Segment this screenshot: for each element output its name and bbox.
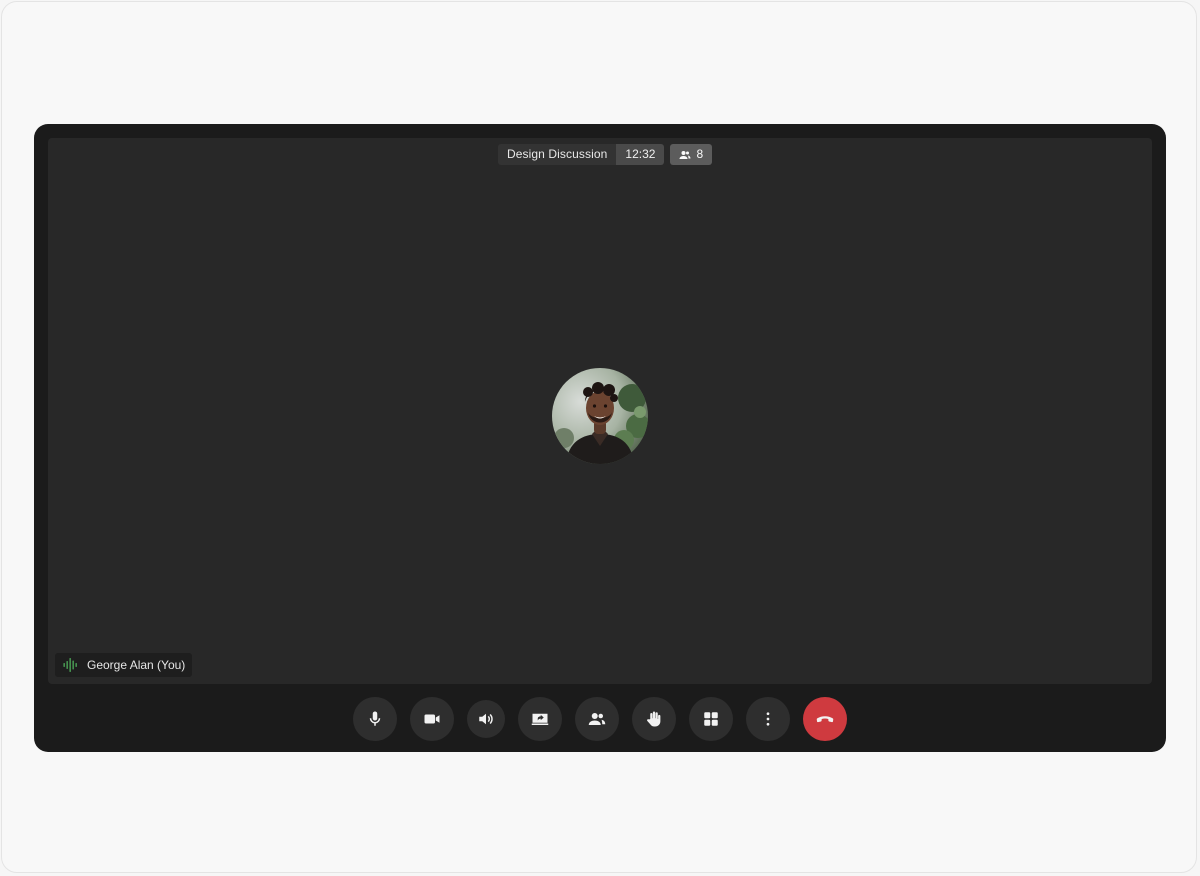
raise-hand-button[interactable] [632, 697, 676, 741]
call-controls [34, 696, 1166, 742]
more-vertical-icon [766, 712, 770, 726]
meeting-info: Design Discussion 12:32 [498, 144, 665, 165]
meeting-title: Design Discussion [498, 144, 617, 165]
meeting-header: Design Discussion 12:32 8 [498, 144, 713, 165]
camera-button[interactable] [410, 697, 454, 741]
avatar [552, 368, 648, 464]
person-photo [552, 368, 648, 464]
more-options-button[interactable] [746, 697, 790, 741]
share-screen-button[interactable] [518, 697, 562, 741]
video-stage: Design Discussion 12:32 8 George Alan (Y… [48, 138, 1152, 684]
end-call-button[interactable] [803, 697, 847, 741]
participant-count-badge[interactable]: 8 [670, 144, 713, 165]
screen-share-icon [531, 713, 549, 725]
people-icon [679, 150, 691, 159]
self-name-tag: George Alan (You) [55, 653, 193, 677]
call-window: Design Discussion 12:32 8 George Alan (Y… [34, 124, 1166, 752]
meeting-time: 12:32 [616, 144, 665, 165]
grid-icon [704, 712, 718, 726]
video-camera-icon [424, 714, 440, 724]
participants-button[interactable] [575, 697, 619, 741]
audio-level-icon [63, 658, 77, 672]
self-name: George Alan (You) [87, 658, 186, 672]
people-icon [588, 713, 606, 725]
speaker-button[interactable] [467, 700, 505, 738]
microphone-button[interactable] [353, 697, 397, 741]
layout-button[interactable] [689, 697, 733, 741]
speaker-icon [479, 713, 493, 725]
hang-up-icon [816, 716, 834, 723]
mic-icon [369, 711, 381, 726]
hand-icon [647, 711, 661, 727]
participant-count: 8 [696, 147, 704, 161]
